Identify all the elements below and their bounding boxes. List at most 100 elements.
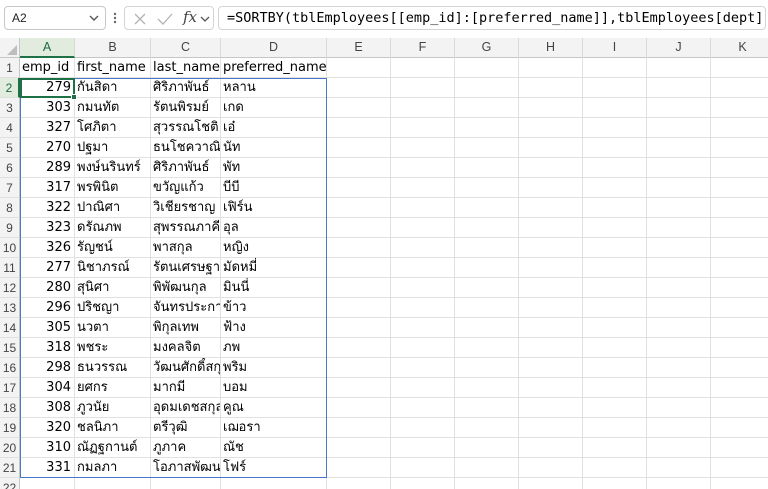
row-header-8[interactable]: 8 — [0, 198, 20, 218]
cell-e6[interactable] — [327, 158, 391, 178]
cell-g2[interactable] — [455, 78, 519, 98]
cell-h4[interactable] — [519, 118, 583, 138]
cell-a5[interactable]: 270 — [20, 138, 75, 158]
cell-j16[interactable] — [647, 358, 711, 378]
cell-j14[interactable] — [647, 318, 711, 338]
cell-h22[interactable] — [519, 478, 583, 489]
cell-b17[interactable]: ยศกร — [75, 378, 151, 398]
cell-j15[interactable] — [647, 338, 711, 358]
cell-g4[interactable] — [455, 118, 519, 138]
cell-i12[interactable] — [583, 278, 647, 298]
cell-e16[interactable] — [327, 358, 391, 378]
cell-f16[interactable] — [391, 358, 455, 378]
cell-g6[interactable] — [455, 158, 519, 178]
cell-j22[interactable] — [647, 478, 711, 489]
insert-function-button[interactable]: fx — [183, 8, 197, 26]
cell-c7[interactable]: ขวัญแก้ว — [151, 178, 221, 198]
cell-f5[interactable] — [391, 138, 455, 158]
cell-c9[interactable]: สุพรรณภาคี — [151, 218, 221, 238]
cell-e13[interactable] — [327, 298, 391, 318]
cell-e5[interactable] — [327, 138, 391, 158]
cell-d6[interactable]: พัท — [221, 158, 327, 178]
cell-k12[interactable] — [711, 278, 768, 298]
cell-c13[interactable]: จันทรประกา — [151, 298, 221, 318]
cell-h15[interactable] — [519, 338, 583, 358]
cell-f10[interactable] — [391, 238, 455, 258]
cell-h20[interactable] — [519, 438, 583, 458]
column-header-i[interactable]: I — [583, 38, 647, 58]
cell-g10[interactable] — [455, 238, 519, 258]
cell-g20[interactable] — [455, 438, 519, 458]
cell-k21[interactable] — [711, 458, 768, 478]
row-header-2[interactable]: 2 — [0, 78, 20, 98]
cell-b21[interactable]: กมลภา — [75, 458, 151, 478]
cell-d5[interactable]: นัท — [221, 138, 327, 158]
cell-a9[interactable]: 323 — [20, 218, 75, 238]
column-header-e[interactable]: E — [327, 38, 391, 58]
cell-i13[interactable] — [583, 298, 647, 318]
cell-h8[interactable] — [519, 198, 583, 218]
enter-check-icon[interactable] — [157, 12, 173, 26]
cell-g8[interactable] — [455, 198, 519, 218]
cell-j1[interactable] — [647, 58, 711, 78]
cell-h9[interactable] — [519, 218, 583, 238]
cell-e19[interactable] — [327, 418, 391, 438]
cell-a19[interactable]: 320 — [20, 418, 75, 438]
cell-f6[interactable] — [391, 158, 455, 178]
cell-k3[interactable] — [711, 98, 768, 118]
cell-b13[interactable]: ปริชญา — [75, 298, 151, 318]
cell-i22[interactable] — [583, 478, 647, 489]
cell-k7[interactable] — [711, 178, 768, 198]
cell-c16[interactable]: วัฒนศักดิ์สกุล — [151, 358, 221, 378]
cell-e20[interactable] — [327, 438, 391, 458]
cell-e11[interactable] — [327, 258, 391, 278]
cell-k4[interactable] — [711, 118, 768, 138]
cell-a12[interactable]: 280 — [20, 278, 75, 298]
cell-g21[interactable] — [455, 458, 519, 478]
cell-e22[interactable] — [327, 478, 391, 489]
cell-d15[interactable]: ภพ — [221, 338, 327, 358]
cell-e21[interactable] — [327, 458, 391, 478]
cell-a20[interactable]: 310 — [20, 438, 75, 458]
cell-d3[interactable]: เกด — [221, 98, 327, 118]
cell-h19[interactable] — [519, 418, 583, 438]
column-header-b[interactable]: B — [75, 38, 151, 58]
cell-i3[interactable] — [583, 98, 647, 118]
cell-i17[interactable] — [583, 378, 647, 398]
cell-d11[interactable]: มัดหมี่ — [221, 258, 327, 278]
cell-g12[interactable] — [455, 278, 519, 298]
cell-a16[interactable]: 298 — [20, 358, 75, 378]
cell-k17[interactable] — [711, 378, 768, 398]
chevron-down-icon[interactable] — [199, 13, 211, 25]
cell-g19[interactable] — [455, 418, 519, 438]
cell-d1[interactable]: preferred_name — [221, 58, 327, 78]
cell-e10[interactable] — [327, 238, 391, 258]
cell-d13[interactable]: ข้าว — [221, 298, 327, 318]
row-header-3[interactable]: 3 — [0, 98, 20, 118]
cell-i21[interactable] — [583, 458, 647, 478]
cell-b6[interactable]: พงษ์นรินทร์ — [75, 158, 151, 178]
cell-a22[interactable] — [20, 478, 75, 489]
cell-k11[interactable] — [711, 258, 768, 278]
cell-g17[interactable] — [455, 378, 519, 398]
cell-d10[interactable]: หญิง — [221, 238, 327, 258]
cell-i9[interactable] — [583, 218, 647, 238]
cell-c5[interactable]: ธนโชควาณิ — [151, 138, 221, 158]
cell-f21[interactable] — [391, 458, 455, 478]
cell-c2[interactable]: ศิริภาพันธ์ — [151, 78, 221, 98]
cell-d20[interactable]: ณัช — [221, 438, 327, 458]
cell-f12[interactable] — [391, 278, 455, 298]
cell-a11[interactable]: 277 — [20, 258, 75, 278]
cell-g11[interactable] — [455, 258, 519, 278]
cell-e4[interactable] — [327, 118, 391, 138]
cell-c18[interactable]: อุดมเดชสกุล — [151, 398, 221, 418]
row-header-20[interactable]: 20 — [0, 438, 20, 458]
cell-f20[interactable] — [391, 438, 455, 458]
cell-a17[interactable]: 304 — [20, 378, 75, 398]
cell-b3[interactable]: กมนทัต — [75, 98, 151, 118]
cell-a2[interactable]: 279 — [20, 78, 75, 98]
chevron-down-icon[interactable] — [87, 11, 101, 25]
cell-i10[interactable] — [583, 238, 647, 258]
cell-b18[interactable]: ภูวนัย — [75, 398, 151, 418]
cell-b2[interactable]: กันสิดา — [75, 78, 151, 98]
